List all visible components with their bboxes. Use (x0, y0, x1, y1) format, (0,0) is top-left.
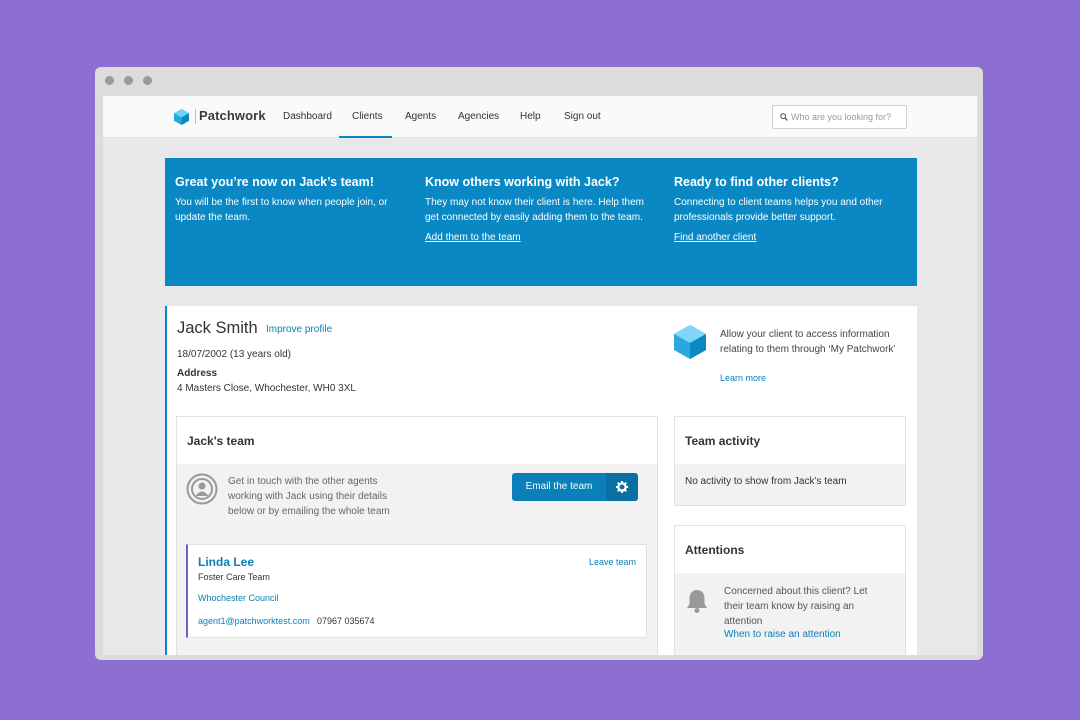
nav-active-indicator (339, 136, 392, 138)
welcome-banner: Great you’re now on Jack’s team! You wil… (165, 158, 917, 286)
address-label: Address (177, 368, 218, 379)
search-input[interactable] (791, 109, 903, 125)
banner-column-team: Great you’re now on Jack’s team! You wil… (175, 175, 395, 225)
client-dob: 18/07/2002 (13 years old) (177, 349, 291, 360)
window-dot-maximize[interactable] (143, 76, 152, 85)
window-dot-close[interactable] (105, 76, 114, 85)
gear-icon (616, 481, 628, 493)
brand-name[interactable]: Patchwork (199, 108, 266, 123)
team-panel-body: Get in touch with the other agents worki… (177, 464, 657, 655)
nav-agencies[interactable]: Agencies (458, 111, 499, 122)
page-viewport: Patchwork Dashboard Clients Agents Agenc… (103, 96, 977, 655)
agent-card: Linda Lee Foster Care Team Leave team Wh… (186, 544, 647, 638)
banner-title-clients: Ready to find other clients? (674, 175, 839, 189)
attentions-title: Attentions (685, 543, 745, 557)
my-patchwork-text: Allow your client to access information … (720, 329, 896, 355)
nav-dashboard[interactable]: Dashboard (283, 111, 332, 122)
client-address: 4 Masters Close, Whochester, WH0 3XL (177, 383, 356, 394)
top-navbar: Patchwork Dashboard Clients Agents Agenc… (103, 96, 977, 138)
nav-agents[interactable]: Agents (405, 111, 436, 122)
agent-agency-link[interactable]: Whochester Council (198, 593, 279, 603)
nav-help[interactable]: Help (520, 111, 541, 122)
browser-window: Patchwork Dashboard Clients Agents Agenc… (95, 67, 983, 660)
team-activity-body: No activity to show from Jack’s team (675, 464, 905, 505)
banner-column-others: Know others working with Jack? They may … (425, 175, 645, 245)
banner-text-others: They may not know their client is here. … (425, 197, 644, 223)
logo-divider (195, 109, 196, 124)
agent-team: Foster Care Team (198, 572, 270, 582)
leave-team-link[interactable]: Leave team (589, 557, 636, 567)
attentions-body: Concerned about this client? Let their t… (675, 573, 905, 655)
agent-name[interactable]: Linda Lee (198, 555, 254, 569)
search-icon (780, 113, 788, 121)
nav-clients[interactable]: Clients (352, 111, 383, 122)
find-client-link[interactable]: Find another client (674, 232, 756, 243)
client-profile-card: Jack Smith Improve profile 18/07/2002 (1… (165, 306, 917, 655)
raise-attention-link[interactable]: When to raise an attention (724, 629, 841, 640)
attentions-panel: Attentions Concerned about this client? … (674, 525, 906, 655)
team-panel-title: Jack's team (187, 434, 255, 448)
team-activity-empty: No activity to show from Jack’s team (685, 476, 847, 487)
contact-icon (186, 473, 218, 505)
team-panel: Jack's team Get in touch with the other … (176, 416, 658, 655)
team-activity-title: Team activity (685, 434, 761, 448)
banner-title-others: Know others working with Jack? (425, 175, 620, 189)
banner-text-team: You will be the first to know when peopl… (175, 197, 388, 223)
window-dot-minimize[interactable] (124, 76, 133, 85)
logo-icon (174, 109, 189, 125)
email-team-button[interactable]: Email the team (512, 473, 606, 501)
banner-title-team: Great you’re now on Jack’s team! (175, 175, 374, 189)
client-name: Jack Smith (177, 319, 258, 337)
improve-profile-link[interactable]: Improve profile (266, 324, 332, 335)
add-to-team-link[interactable]: Add them to the team (425, 232, 521, 243)
team-settings-button[interactable] (606, 473, 638, 501)
search-box[interactable] (772, 105, 907, 129)
nav-sign-out[interactable]: Sign out (564, 111, 601, 122)
cube-icon (674, 325, 706, 359)
agent-phone: 07967 035674 (317, 616, 375, 626)
attentions-text: Concerned about this client? Let their t… (724, 586, 868, 627)
banner-text-clients: Connecting to client teams helps you and… (674, 197, 883, 223)
team-activity-panel: Team activity No activity to show from J… (674, 416, 906, 506)
bell-icon (687, 590, 707, 613)
agent-email-link[interactable]: agent1@patchworktest.com (198, 616, 310, 626)
banner-column-clients: Ready to find other clients? Connecting … (674, 175, 894, 245)
contact-team-text: Get in touch with the other agents worki… (228, 476, 390, 517)
learn-more-link[interactable]: Learn more (720, 373, 766, 383)
